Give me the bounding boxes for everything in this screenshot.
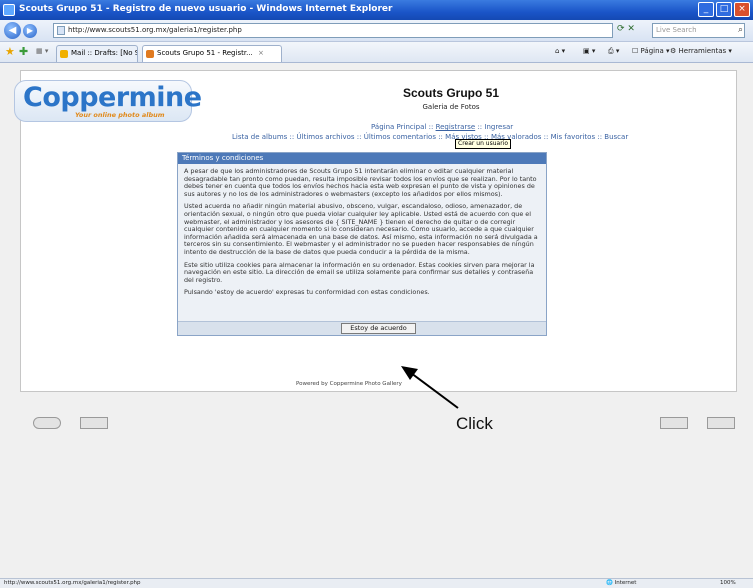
search-input[interactable]: Live Search ⌕ (652, 23, 745, 38)
maximize-button[interactable]: □ (716, 2, 732, 17)
status-zone: 🌐 Internet (606, 580, 637, 586)
add-favorites-icon[interactable]: ✚ (19, 45, 28, 58)
status-url: http://www.scouts51.org.mx/galeria1/regi… (4, 580, 141, 586)
feeds-icon[interactable]: ▣ ▾ (583, 47, 595, 55)
w3c-xhtml-badge-icon[interactable] (660, 417, 688, 429)
nav-latest-comments-link[interactable]: Últimos comentarios (364, 133, 436, 141)
nav-login-link[interactable]: Ingresar (484, 123, 513, 131)
tab-label: Scouts Grupo 51 - Registr... (157, 49, 253, 57)
nav-albums-link[interactable]: Lista de albums (232, 133, 287, 141)
tab-label: Mail :: Drafts: [No Subject] (71, 49, 137, 57)
minimize-button[interactable]: _ (698, 2, 714, 17)
tab-mail[interactable]: Mail :: Drafts: [No Subject] (56, 45, 138, 62)
nav-favorites-link[interactable]: Mis favoritos (551, 133, 596, 141)
gallery-title: Scouts Grupo 51 (402, 86, 500, 100)
refresh-stop-icons[interactable]: ⟳ ✕ (617, 24, 635, 34)
coppermine-logo[interactable]: Coppermine Your online photo album (14, 80, 202, 122)
window-title: Scouts Grupo 51 - Registro de nuevo usua… (19, 4, 393, 14)
zoom-level[interactable]: 100% (720, 579, 736, 588)
click-annotation: Click (456, 414, 493, 433)
powered-by: Powered by Coppermine Photo Gallery (296, 381, 402, 387)
back-button[interactable]: ◀ (4, 22, 21, 39)
gallery-description: Galeria de Fotos (422, 103, 480, 111)
nav-register-link[interactable]: Registrarse (436, 123, 476, 131)
terms-panel: Términos y condiciones A pesar de que lo… (177, 152, 547, 336)
status-bar: http://www.scouts51.org.mx/galeria1/regi… (0, 578, 753, 588)
window-controls: _ □ × (698, 2, 750, 17)
nav-home-link[interactable]: Página Principal (371, 123, 426, 131)
forward-button[interactable]: ▶ (23, 24, 37, 38)
nav-search-link[interactable]: Buscar (604, 133, 628, 141)
sub-nav: Lista de albums :: Últimos archivos :: Ú… (232, 133, 629, 141)
home-icon[interactable]: ⌂ ▾ (555, 47, 565, 55)
logo-word: Coppermine (23, 82, 202, 113)
main-nav: Página Principal :: Registrarse :: Ingre… (371, 123, 514, 131)
search-placeholder: Live Search (656, 26, 697, 34)
url-field[interactable]: http://www.scouts51.org.mx/galeria1/regi… (53, 23, 613, 38)
rss-badge-icon[interactable] (33, 417, 61, 429)
php-badge-icon[interactable] (80, 417, 108, 429)
title-bar: Scouts Grupo 51 - Registro de nuevo usua… (0, 0, 753, 20)
address-bar: ◀ ▶ http://www.scouts51.org.mx/galeria1/… (0, 20, 753, 42)
url-text: http://www.scouts51.org.mx/galeria1/regi… (68, 26, 242, 34)
tab-list-icon[interactable]: ▦ ▾ (36, 47, 48, 55)
page-icon (57, 26, 65, 35)
terms-paragraph: Usted acuerda no añadir ningún material … (184, 202, 538, 256)
page-menu[interactable]: ☐ Página ▾ (632, 47, 670, 55)
tab-favicon (146, 50, 154, 58)
register-tooltip: Crear un usuario (455, 139, 511, 149)
terms-body: A pesar de que los administradores de Sc… (178, 164, 546, 297)
search-icon[interactable]: ⌕ (738, 24, 743, 37)
w3c-css-badge-icon[interactable] (707, 417, 735, 429)
page-viewport: Coppermine Your online photo album Scout… (0, 63, 753, 578)
terms-header: Términos y condiciones (178, 153, 546, 164)
terms-paragraph: Este sitio utiliza cookies para almacena… (184, 260, 535, 284)
tools-menu[interactable]: ⚙ Herramientas ▾ (670, 47, 732, 55)
close-tab-icon[interactable]: × (258, 49, 264, 57)
tab-scouts[interactable]: Scouts Grupo 51 - Registr... × (142, 45, 282, 62)
close-button[interactable]: × (734, 2, 750, 17)
favorites-star-icon[interactable]: ★ (5, 45, 15, 58)
ie-icon (3, 4, 15, 16)
tab-favicon (60, 50, 68, 58)
logo-tagline: Your online photo album (75, 111, 165, 119)
terms-footer: Estoy de acuerdo (178, 321, 546, 335)
nav-latest-files-link[interactable]: Últimos archivos (297, 133, 355, 141)
terms-paragraph: A pesar de que los administradores de Sc… (184, 167, 537, 198)
terms-paragraph: Pulsando 'estoy de acuerdo' expresas tu … (184, 288, 430, 297)
agree-button[interactable]: Estoy de acuerdo (341, 323, 416, 334)
tab-bar: ★ ✚ ▦ ▾ Mail :: Drafts: [No Subject] Sco… (0, 42, 753, 63)
print-icon[interactable]: ⎙ ▾ (608, 47, 619, 56)
